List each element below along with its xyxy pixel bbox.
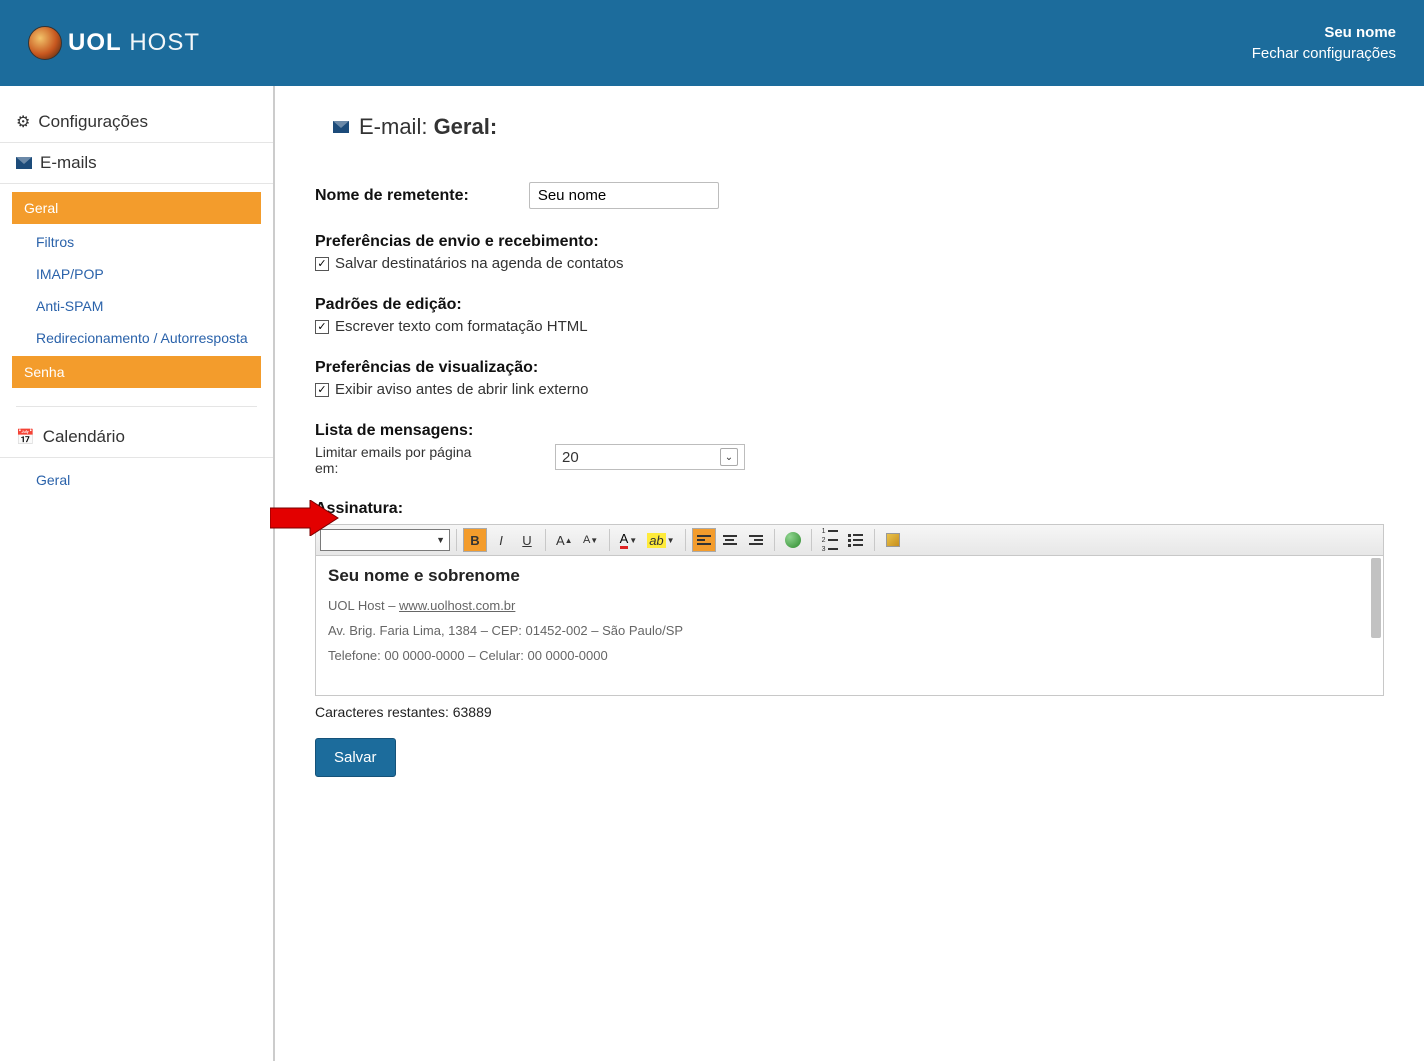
signature-name: Seu nome e sobrenome <box>328 566 1371 586</box>
globe-icon <box>785 532 801 548</box>
underline-button[interactable]: U <box>515 528 539 552</box>
title-strong: Geral: <box>434 114 498 139</box>
edit-defaults-heading: Padrões de edição: <box>315 296 1384 314</box>
message-list-heading: Lista de mensagens: <box>315 422 1384 440</box>
sidebar-item-antispam[interactable]: Anti-SPAM <box>0 290 273 322</box>
align-right-button[interactable] <box>744 528 768 552</box>
sidebar-item-cal-geral[interactable]: Geral <box>0 464 273 496</box>
save-contacts-label: Salvar destinatários na agenda de contat… <box>335 255 624 272</box>
red-arrow-icon <box>270 500 340 536</box>
main-panel: E-mail: Geral: Nome de remetente: Prefer… <box>275 86 1424 1061</box>
align-center-button[interactable] <box>718 528 742 552</box>
ordered-list-button[interactable]: 123 <box>818 528 842 552</box>
limit-value: 20 <box>562 449 579 466</box>
sender-name-label: Nome de remetente: <box>315 187 469 205</box>
logo-ball-icon <box>28 26 62 60</box>
signature-host-line: UOL Host – www.uolhost.com.br <box>328 598 1371 613</box>
align-left-button[interactable] <box>692 528 716 552</box>
sidebar-calendar-heading[interactable]: Calendário <box>0 417 273 458</box>
unordered-list-button[interactable] <box>844 528 868 552</box>
user-name-label: Seu nome <box>1252 24 1396 41</box>
editor-toolbar: ▼ B I U A▲ A▼ A▼ ab▼ 123 <box>315 524 1384 556</box>
sidebar-item-imap[interactable]: IMAP/POP <box>0 258 273 290</box>
emails-heading-label: E-mails <box>40 153 97 173</box>
sidebar: Configurações E-mails Geral Filtros IMAP… <box>0 86 275 1061</box>
char-count: Caracteres restantes: 63889 <box>315 704 1384 720</box>
html-format-checkbox[interactable] <box>315 320 329 334</box>
sidebar-emails-heading[interactable]: E-mails <box>0 143 273 184</box>
warn-link-checkbox[interactable] <box>315 383 329 397</box>
insert-link-button[interactable] <box>781 528 805 552</box>
signature-host-link[interactable]: www.uolhost.com.br <box>399 598 515 613</box>
calendar-heading-label: Calendário <box>43 427 125 447</box>
logo-text: UOL HOST <box>68 29 200 57</box>
close-settings-link[interactable]: Fechar configurações <box>1252 45 1396 62</box>
config-heading-label: Configurações <box>38 112 148 132</box>
chevron-down-icon: ⌄ <box>720 448 738 466</box>
calendar-icon <box>16 427 35 447</box>
sidebar-item-geral[interactable]: Geral <box>12 192 261 224</box>
send-prefs-heading: Preferências de envio e recebimento: <box>315 233 1384 251</box>
mail-icon <box>16 157 32 169</box>
sidebar-item-senha[interactable]: Senha <box>12 356 261 388</box>
increase-font-button[interactable]: A▲ <box>552 528 577 552</box>
bold-button[interactable]: B <box>463 528 487 552</box>
limit-per-page-label: Limitar emails por página em: <box>315 444 495 476</box>
clean-icon <box>886 533 900 547</box>
sender-name-input[interactable] <box>529 182 719 209</box>
save-contacts-checkbox[interactable] <box>315 257 329 271</box>
highlight-button[interactable]: ab▼ <box>643 528 678 552</box>
warn-link-label: Exibir aviso antes de abrir link externo <box>335 381 588 398</box>
signature-phones: Telefone: 00 0000-0000 – Celular: 00 000… <box>328 648 1371 663</box>
signature-address: Av. Brig. Faria Lima, 1384 – CEP: 01452-… <box>328 623 1371 638</box>
logo-light: HOST <box>122 29 200 56</box>
page-title: E-mail: Geral: <box>333 114 1384 140</box>
header-right: Seu nome Fechar configurações <box>1252 24 1396 62</box>
signature-editor[interactable]: Seu nome e sobrenome UOL Host – www.uolh… <box>315 556 1384 696</box>
decrease-font-button[interactable]: A▼ <box>579 528 603 552</box>
signature-heading: Assinatura: <box>315 500 1384 518</box>
clear-formatting-button[interactable] <box>881 528 905 552</box>
html-format-label: Escrever texto com formatação HTML <box>335 318 588 335</box>
scrollbar-thumb[interactable] <box>1371 558 1381 638</box>
font-color-button[interactable]: A▼ <box>616 528 642 552</box>
header: UOL HOST Seu nome Fechar configurações <box>0 0 1424 86</box>
view-prefs-heading: Preferências de visualização: <box>315 359 1384 377</box>
save-button[interactable]: Salvar <box>315 738 396 777</box>
logo: UOL HOST <box>28 26 200 60</box>
logo-bold: UOL <box>68 29 122 56</box>
gear-icon <box>16 112 30 132</box>
sidebar-item-redir[interactable]: Redirecionamento / Autorresposta <box>0 322 273 354</box>
limit-per-page-select[interactable]: 20 ⌄ <box>555 444 745 470</box>
sidebar-item-filtros[interactable]: Filtros <box>0 226 273 258</box>
sidebar-config-heading: Configurações <box>0 102 273 143</box>
title-prefix: E-mail: <box>359 114 434 139</box>
mail-icon <box>333 121 349 133</box>
italic-button[interactable]: I <box>489 528 513 552</box>
